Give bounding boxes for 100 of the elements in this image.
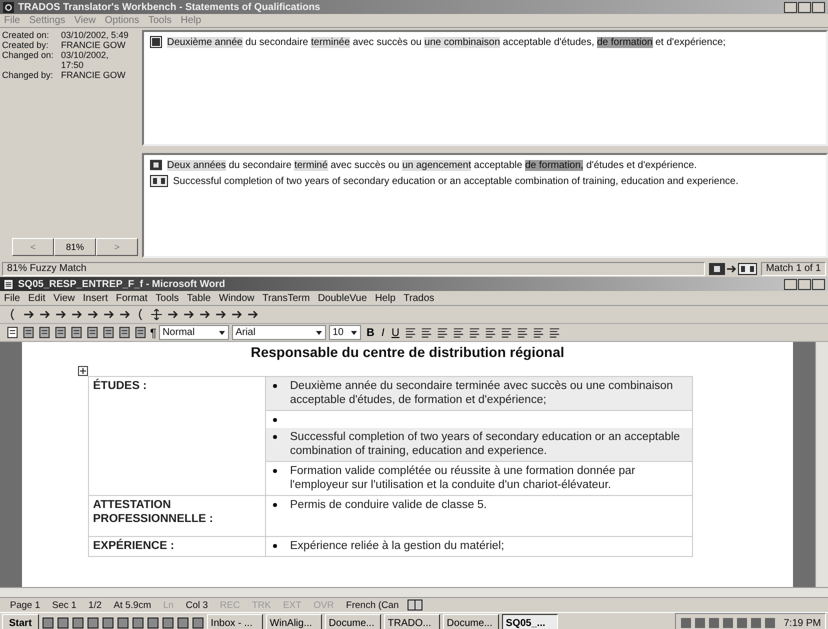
arrow-icon[interactable] [102,308,115,321]
menu-item[interactable]: Help [374,292,396,304]
arrow-icon[interactable] [166,308,179,321]
taskbar-button[interactable]: TRADO... [384,614,440,629]
style-dropdown[interactable]: Normal [159,325,230,340]
page-icon[interactable] [6,326,19,339]
format-button[interactable]: U [389,326,402,338]
info-value: 03/10/2002, 5:49 [61,30,130,40]
start-button[interactable]: Start [2,614,39,629]
align-icon[interactable] [404,326,418,339]
app-shortcut-icon[interactable] [176,617,189,629]
clock: 7:19 PM [784,618,821,628]
menu-item[interactable]: Table [186,292,211,304]
dropdown-arrow-icon[interactable] [350,328,358,336]
bullet-icon [273,384,277,388]
app-shortcut-icon[interactable] [72,617,84,629]
status-field: Page 1 [6,600,44,610]
menu-item[interactable]: Trados [404,292,434,304]
app-shortcut-icon[interactable] [192,617,204,629]
app-shortcut-icon[interactable] [132,617,144,629]
status-field: French (Can [342,600,403,610]
dropdown-arrow-icon[interactable] [315,328,324,336]
source-flag-icon [150,159,162,171]
tray-icon[interactable] [722,617,734,629]
arrow-icon[interactable] [54,308,67,321]
app-shortcut-icon[interactable] [86,617,99,629]
format-button[interactable]: B [364,326,376,338]
document-icon [150,36,162,48]
arrow-icon[interactable] [246,308,259,321]
menu-item[interactable]: Format [116,292,148,304]
taskbar-button[interactable]: WinAlig... [266,614,322,629]
font-size-dropdown[interactable]: 10 [329,325,362,340]
match-nav-button[interactable]: 81% [54,238,96,256]
arrow-icon[interactable] [214,308,227,321]
bullet-icon [273,469,277,473]
menu-item[interactable]: View [53,292,75,304]
window-controls[interactable] [784,278,825,290]
match-count-status: Match 1 of 1 [760,262,826,276]
bullet-icon [273,503,277,507]
menu-item[interactable]: Edit [28,292,46,304]
menu-item[interactable]: Tools [156,292,179,304]
bullet-text: Deuxième année du secondaire terminée avec succès ou une combinaison acceptable d'études, de formation et d'expérience; [290,379,674,407]
arrow-icon[interactable] [198,308,211,321]
arrow-icon[interactable] [38,308,51,321]
status-field: REC [216,600,244,610]
arrow-icon[interactable] [70,308,83,321]
info-value: 03/10/2002, 17:50 [61,50,110,70]
app-shortcut-icon[interactable] [162,617,174,629]
menu-item[interactable]: File [4,292,20,304]
app-shortcut-icon[interactable] [42,617,54,629]
arrow-icon[interactable] [230,308,243,321]
window-controls[interactable] [784,2,825,12]
app-shortcut-icon[interactable] [102,617,114,629]
status-field: At 5.9cm [110,600,156,610]
status-field: OVR [309,600,338,610]
app-icon [3,2,14,12]
bullet-text: Permis de conduire valide de classe 5. [290,498,487,512]
app-shortcut-icon[interactable] [116,617,129,629]
info-label: Created on: [2,30,50,40]
tray-icon[interactable] [694,617,706,629]
pilcrow-button[interactable]: ¶ [150,326,156,340]
taskbar-button[interactable]: SQ05_... [502,614,558,629]
menu-item[interactable]: Window [218,292,254,304]
align-icon[interactable] [420,326,434,339]
info-label: Created by: [2,40,50,50]
app-shortcut-icon[interactable] [56,617,69,629]
source-to-target-icon [708,263,757,275]
tray-icon[interactable] [750,617,762,629]
arrow-icon[interactable] [118,308,131,321]
align-icon[interactable] [436,326,450,339]
tray-icon[interactable] [736,617,748,629]
font-dropdown[interactable]: Arial [232,325,326,340]
menu-item[interactable]: TransTerm [262,292,310,304]
bullet-icon [273,544,277,548]
arrow-icon[interactable] [22,308,35,321]
info-label: Changed by: [2,70,54,80]
status-field: Ln [159,600,178,610]
taskbar-button[interactable]: Inbox - ... [206,614,263,629]
table-move-handle[interactable] [78,366,88,376]
align-icon[interactable] [452,326,466,339]
tray-icon[interactable] [764,617,776,629]
taskbar-button[interactable]: Docume... [324,614,381,629]
status-field: Col 3 [182,600,212,610]
dropdown-arrow-icon[interactable] [218,328,226,336]
horizontal-scrollbar[interactable] [0,587,828,597]
tray-icon[interactable] [708,617,720,629]
arrow-icon[interactable] [182,308,195,321]
menu-item[interactable]: Insert [82,292,108,304]
menu-item[interactable]: DoubleVue [318,292,367,304]
app-shortcut-icon[interactable] [146,617,159,629]
vertical-scrollbar[interactable] [815,342,828,587]
arrow-icon[interactable] [86,308,99,321]
tray-icon[interactable] [680,617,692,629]
taskbar-button[interactable]: Docume... [442,614,499,629]
move-icon[interactable] [150,308,163,321]
status-field: Sec 1 [48,600,80,610]
format-button[interactable]: I [379,326,386,338]
bullet-icon [273,418,277,422]
match-type-status: 81% Fuzzy Match [2,262,705,276]
window-title: SQ05_RESP_ENTREP_F_f - Microsoft Word [18,278,226,290]
